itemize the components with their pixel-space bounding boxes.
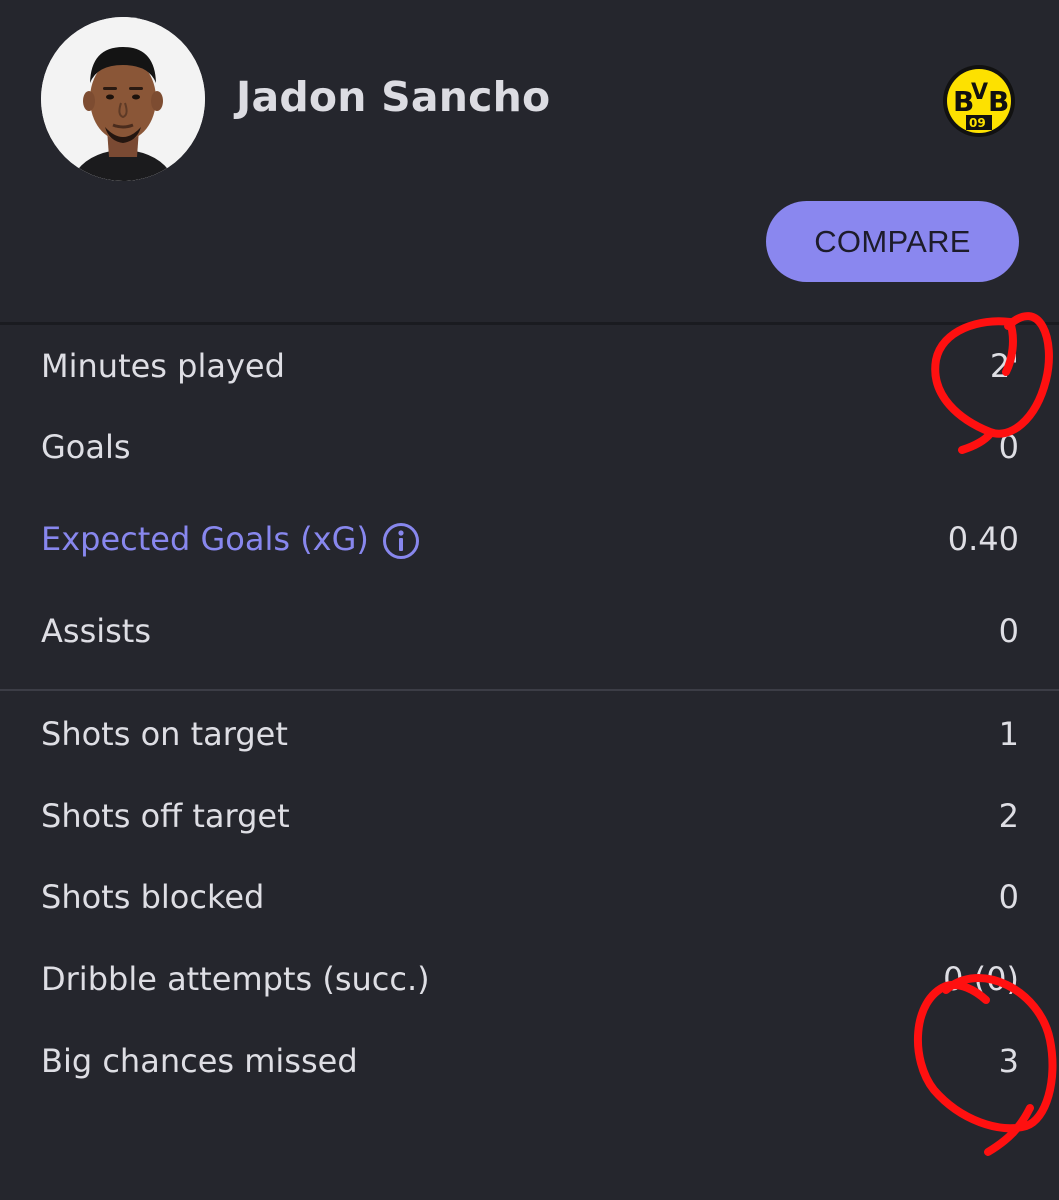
- club-badge[interactable]: B V B 09: [936, 63, 1022, 139]
- stat-label: Assists: [41, 612, 152, 650]
- avatar[interactable]: [41, 17, 205, 181]
- stat-value: 2': [989, 347, 1019, 385]
- compare-button[interactable]: COMPARE: [766, 201, 1019, 282]
- stat-label: Shots on target: [41, 715, 288, 753]
- stat-row-big-chances-missed: Big chances missed 3: [0, 1031, 1059, 1091]
- section-divider: [0, 689, 1059, 691]
- stat-label: Shots blocked: [41, 878, 265, 916]
- stat-label: Big chances missed: [41, 1042, 358, 1080]
- stat-value: 0.40: [947, 520, 1019, 558]
- stat-value: 0: [998, 878, 1019, 916]
- player-name: Jadon Sancho: [236, 73, 551, 121]
- info-icon[interactable]: [381, 521, 421, 561]
- stat-value: 2: [998, 797, 1019, 835]
- stat-row-expected-goals[interactable]: Expected Goals (xG) 0.40: [0, 509, 1059, 569]
- stat-value: 0: [998, 612, 1019, 650]
- stat-row-shots-blocked: Shots blocked 0: [0, 867, 1059, 927]
- svg-text:09: 09: [969, 116, 986, 130]
- stat-label: Goals: [41, 428, 131, 466]
- bvb-crest-icon: B V B 09: [943, 65, 1015, 137]
- header-divider: [0, 322, 1059, 325]
- stat-row-goals: Goals 0: [0, 417, 1059, 477]
- player-photo-icon: [41, 17, 205, 181]
- svg-text:V: V: [971, 80, 988, 105]
- svg-text:B: B: [988, 85, 1009, 118]
- stat-label: Minutes played: [41, 347, 285, 385]
- player-header: Jadon Sancho B V B 09 COMPARE: [0, 0, 1059, 322]
- stat-value: 0 (0): [943, 960, 1019, 998]
- stat-value: 3: [998, 1042, 1019, 1080]
- stat-label: Dribble attempts (succ.): [41, 960, 430, 998]
- stat-label: Shots off target: [41, 797, 290, 835]
- stat-row-assists: Assists 0: [0, 601, 1059, 661]
- stat-value: 0: [998, 428, 1019, 466]
- stat-row-minutes-played: Minutes played 2': [0, 336, 1059, 396]
- stat-row-shots-off-target: Shots off target 2: [0, 786, 1059, 846]
- stat-value: 1: [998, 715, 1019, 753]
- stat-row-dribble-attempts: Dribble attempts (succ.) 0 (0): [0, 949, 1059, 1009]
- stat-row-shots-on-target: Shots on target 1: [0, 704, 1059, 764]
- stat-label-link[interactable]: Expected Goals (xG): [41, 509, 369, 569]
